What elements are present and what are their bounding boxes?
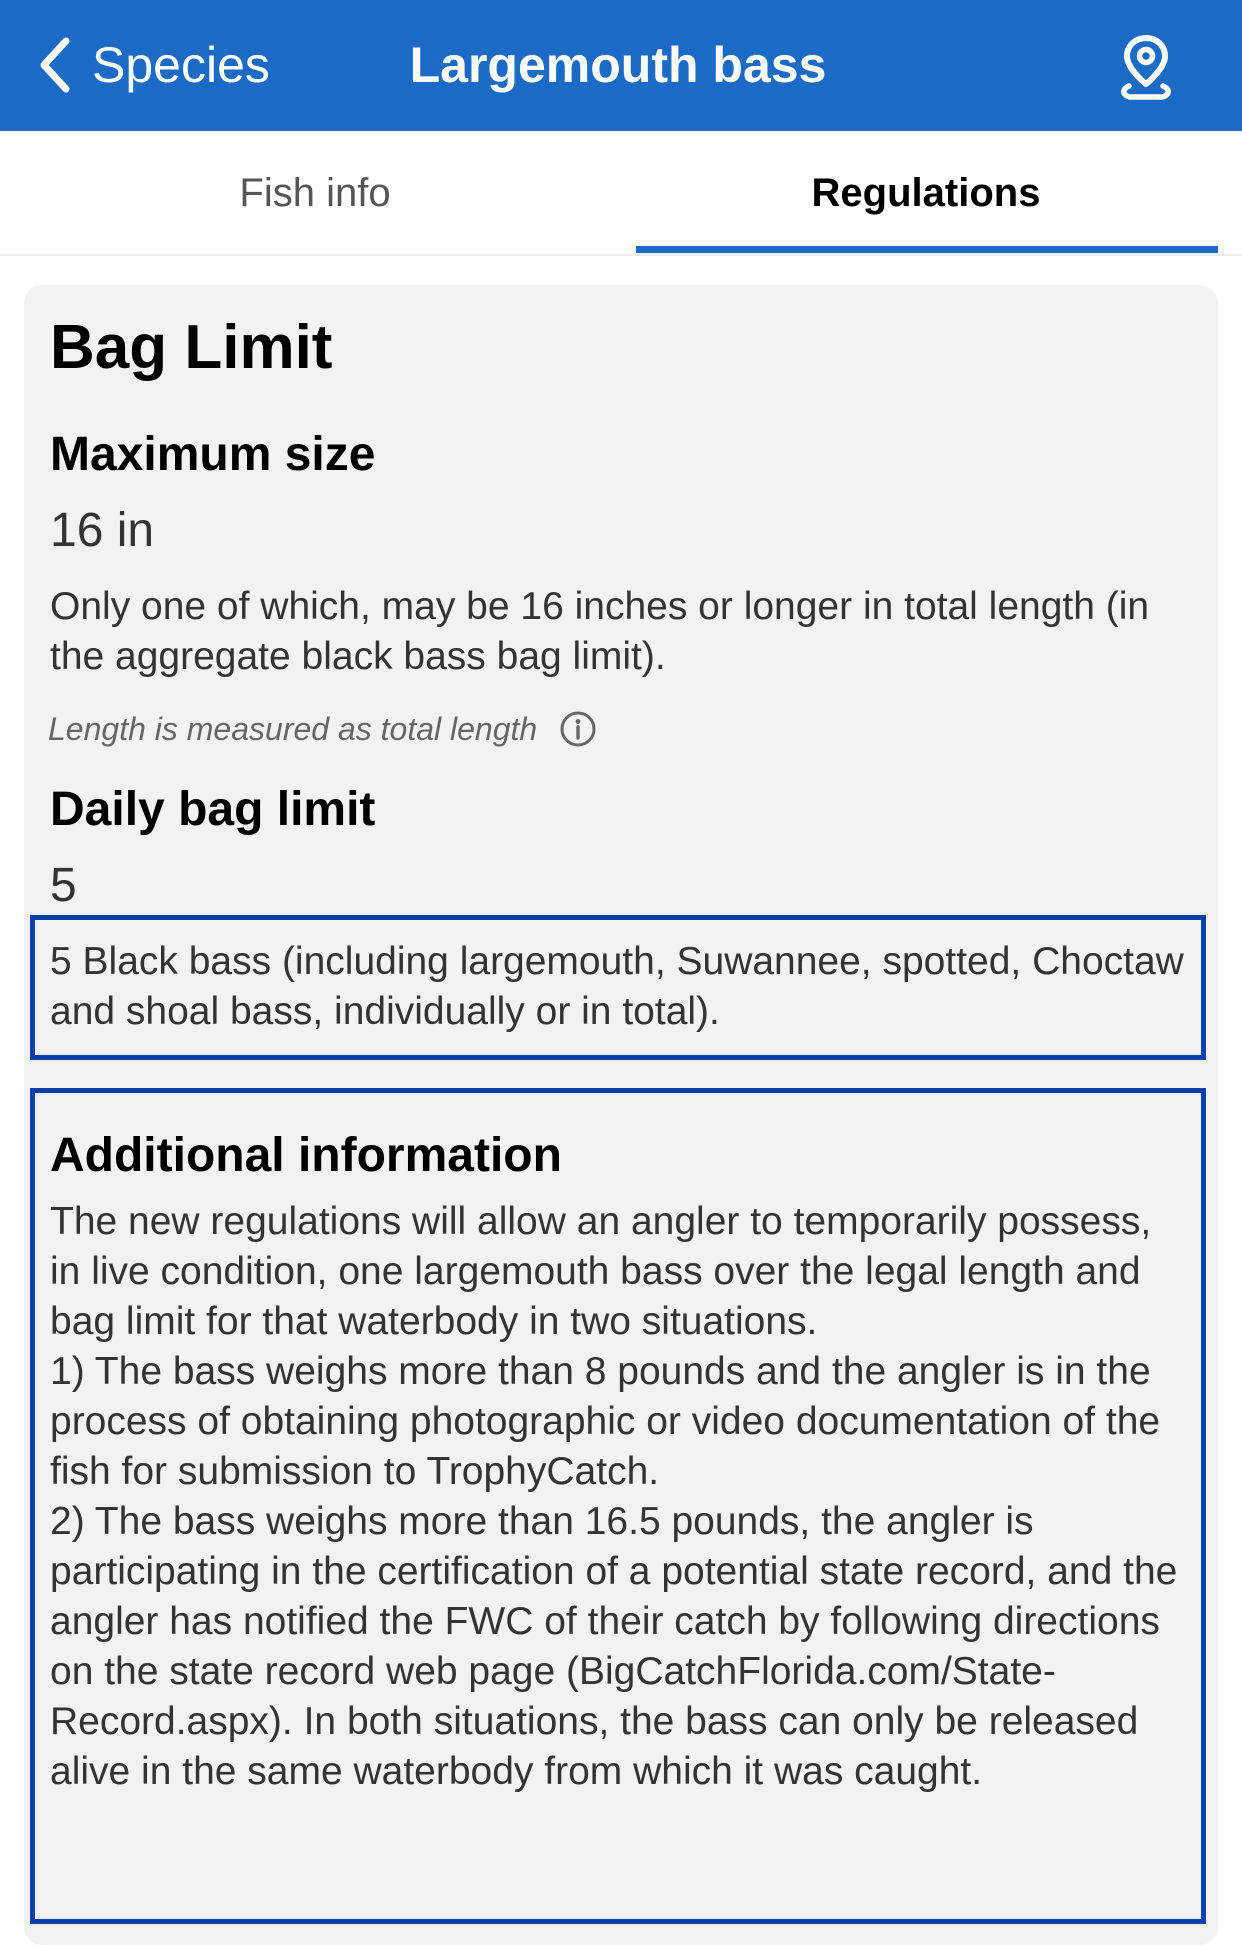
page-title-text: Largemouth bass [409, 37, 827, 93]
bag-limit-heading: Bag Limit [50, 313, 333, 382]
nav-bar: Species Largemouth bass [0, 0, 1242, 131]
additional-paragraph: The new regulations will allow an angler… [50, 1200, 1152, 1343]
length-note-text: Length is measured as total length [48, 710, 538, 747]
daily-bag-label: Daily bag limit [50, 783, 376, 836]
max-size-value: 16 in [50, 504, 155, 557]
additional-info-label: Additional information [50, 1129, 562, 1182]
tab-regulations[interactable]: Regulations [636, 131, 1216, 256]
tab-bar: Fish info Regulations [0, 131, 1242, 256]
info-circle-icon[interactable] [559, 710, 597, 748]
tab-fish-info[interactable]: Fish info [25, 131, 605, 256]
additional-paragraph: 2) The bass weighs more than 16.5 pounds… [50, 1500, 1178, 1793]
additional-info-text: The new regulations will allow an angler… [50, 1197, 1190, 1797]
additional-paragraph: 1) The bass weighs more than 8 pounds an… [50, 1350, 1161, 1493]
map-pin-icon[interactable] [1116, 32, 1176, 102]
active-tab-indicator [636, 246, 1218, 253]
max-size-label: Maximum size [50, 428, 376, 481]
page-title: Largemouth bass [0, 36, 1242, 94]
length-note[interactable]: Length is measured as total length [48, 710, 597, 748]
max-size-description: Only one of which, may be 16 inches or l… [50, 585, 1150, 678]
daily-bag-value: 5 [50, 859, 77, 912]
daily-bag-description: 5 Black bass (including largemouth, Suwa… [50, 940, 1184, 1033]
